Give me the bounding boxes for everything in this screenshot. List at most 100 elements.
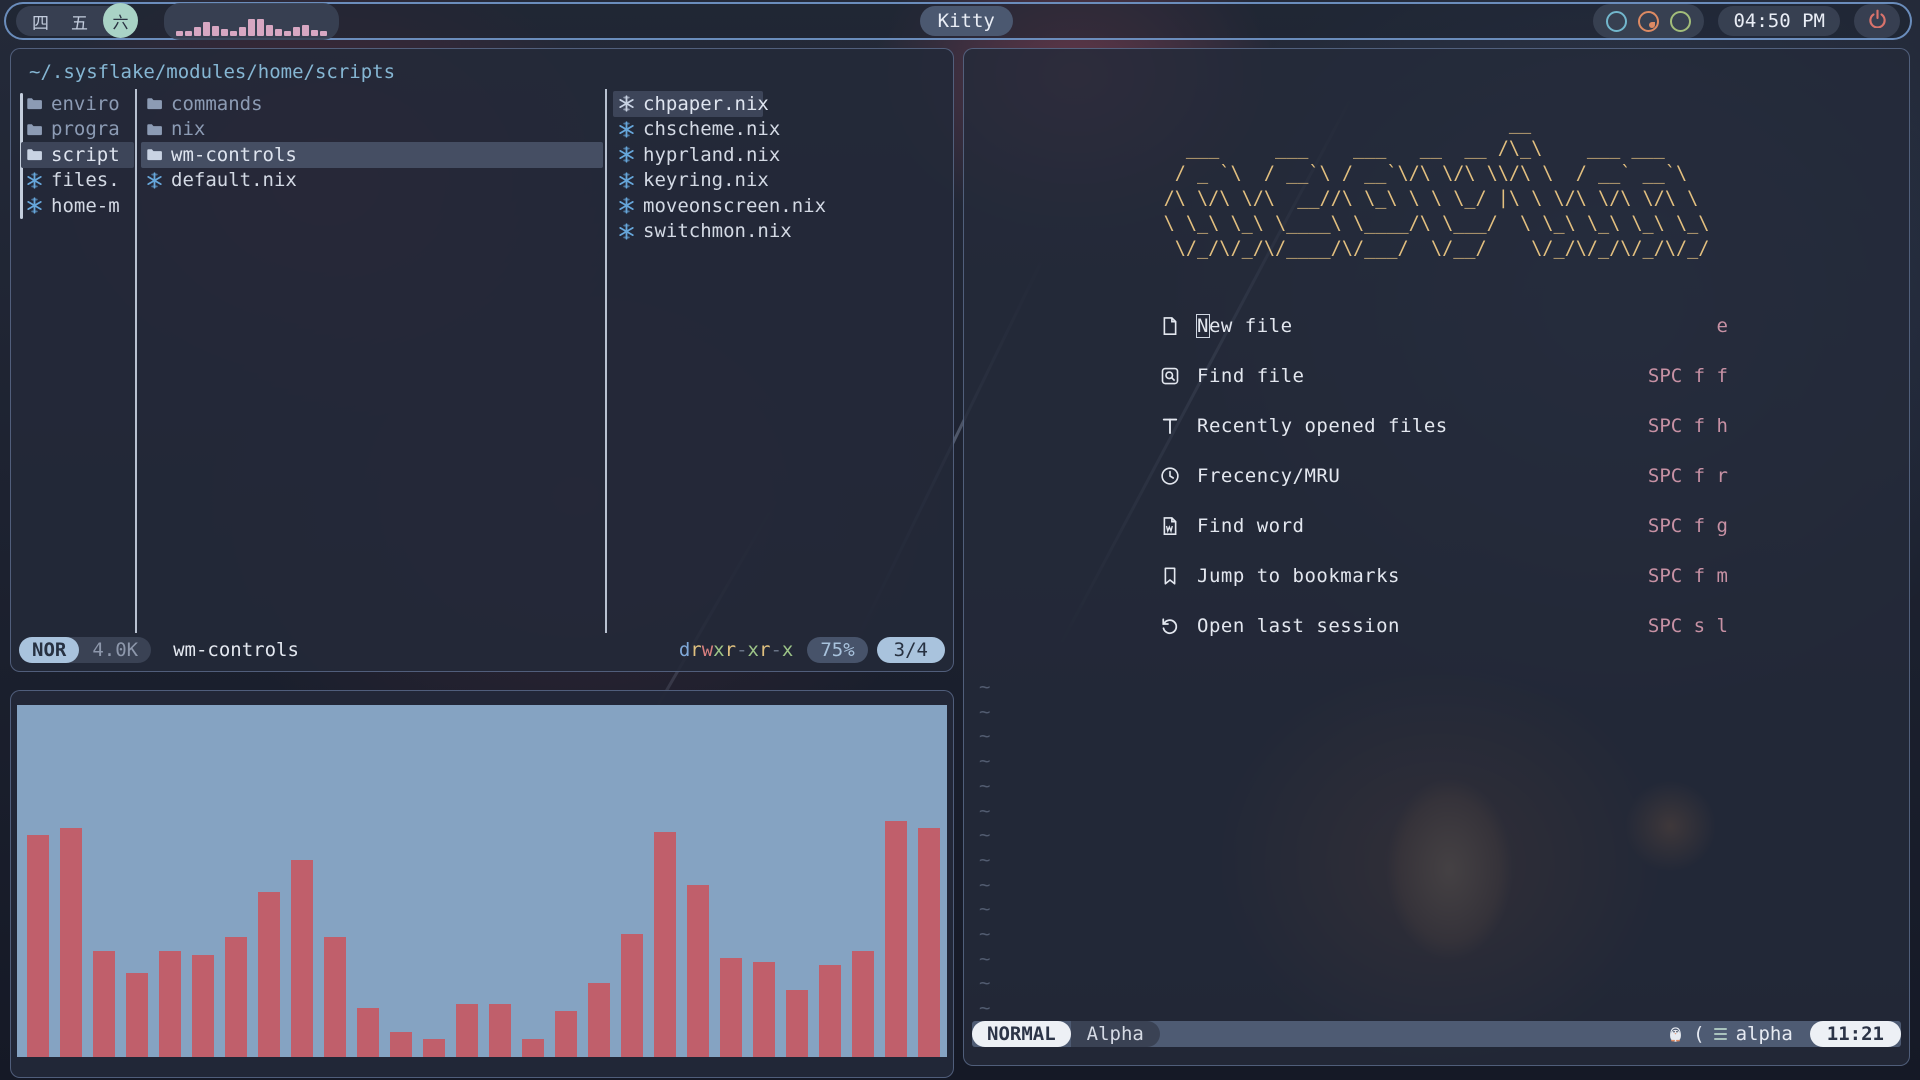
menu-item-shortcut: SPC f h [1648,415,1728,437]
new-file-icon [1160,316,1186,336]
histogram-bar [230,31,237,36]
file-row-hyprland.nix[interactable]: hyprland.nix [613,142,949,168]
menu-item-label: New file [1197,315,1293,337]
neovim-window[interactable]: __ ___ ___ ___ __ __ /\_\ ___ ___ / _ `\… [963,48,1910,1066]
menu-item-shortcut: SPC f r [1648,465,1728,487]
chart-bar [60,828,82,1057]
power-button[interactable] [1854,4,1900,38]
cursor-position-badge: 3/4 [877,637,945,663]
chart-bar [753,962,775,1057]
clock-icon [1160,466,1186,486]
menu-item-shortcut: e [1717,315,1728,337]
file-row-home-m[interactable]: home-m [21,193,134,219]
column-divider [605,89,607,633]
menu-item-label: Frecency/MRU [1197,465,1340,487]
ring-cyan-icon[interactable] [1606,11,1627,32]
vim-mode-badge: NORMAL [972,1021,1071,1047]
histogram-bar [293,27,300,36]
menu-item-find-word[interactable]: Find wordSPC f g [1160,501,1728,551]
histogram-bar [284,31,291,36]
chart-bar [522,1039,544,1057]
file-label: commands [171,93,263,115]
folder-icon [26,95,43,112]
folder-icon [146,146,163,163]
buffer-name: Alpha [1071,1021,1160,1047]
activity-histogram-widget [164,3,339,40]
menu-item-jump-to-bookmarks[interactable]: Jump to bookmarksSPC f m [1160,551,1728,601]
file-row-enviro[interactable]: enviro [21,91,134,117]
file-row-wm-controls[interactable]: wm-controls [141,142,603,168]
histogram-bar [185,31,192,36]
nix-snowflake-icon [26,197,43,214]
file-row-script[interactable]: script [21,142,134,168]
folder-icon [26,121,43,138]
ring-green-icon[interactable] [1670,11,1691,32]
active-window-title: Kitty [920,6,1013,36]
histogram-bar [212,26,219,36]
menu-item-shortcut: SPC s l [1648,615,1728,637]
histogram-bar [311,30,318,36]
chart-bar [27,835,49,1057]
nix-snowflake-icon [618,95,635,112]
file-row-keyring.nix[interactable]: keyring.nix [613,168,949,194]
nix-snowflake-icon [618,172,635,189]
histogram-bar [275,29,282,36]
nix-snowflake-icon [26,172,43,189]
chart-bar [357,1008,379,1057]
nix-snowflake-icon [146,172,163,189]
file-row-files.[interactable]: files. [21,168,134,194]
file-label: chscheme.nix [643,118,780,140]
find-file-icon [1160,366,1186,386]
system-status-icons[interactable] [1593,4,1704,38]
bar-left-modules: 四五六 [16,3,339,40]
chart-bar [918,828,940,1057]
histogram-bar [221,29,228,36]
folder-icon [146,95,163,112]
workspace-switcher[interactable]: 四五六 [16,6,132,36]
menu-item-frecency-mru[interactable]: Frecency/MRU SPC f r [1160,451,1728,501]
text-cursor: N [1197,315,1209,337]
menu-item-recently-opened-files[interactable]: Recently opened files SPC f h [1160,401,1728,451]
file-row-progra[interactable]: progra [21,117,134,143]
nix-snowflake-icon [618,146,635,163]
filetype-label: alpha [1736,1023,1793,1045]
menu-item-find-file[interactable]: Find fileSPC f f [1160,351,1728,401]
file-size: 4.0K [79,639,151,661]
file-label: hyprland.nix [643,144,780,166]
menu-item-label: Recently opened files [1197,415,1448,437]
chart-bar [126,973,148,1057]
histogram-bar [239,27,246,36]
file-row-commands[interactable]: commands [141,91,603,117]
menu-item-shortcut: SPC f m [1648,565,1728,587]
power-icon [1868,9,1887,33]
column-divider [135,89,137,633]
file-row-chpaper.nix[interactable]: chpaper.nix [613,91,763,117]
file-row-nix[interactable]: nix [141,117,603,143]
file-row-chscheme.nix[interactable]: chscheme.nix [613,117,949,143]
file-row-default.nix[interactable]: default.nix [141,168,603,194]
workspace-六-active[interactable]: 六 [103,3,138,38]
histogram-bar [203,22,210,36]
file-label: switchmon.nix [643,220,792,242]
histogram-bar [266,25,273,36]
bar-chart-image [17,705,947,1057]
chart-preview-window[interactable] [10,690,954,1078]
file-manager-window[interactable]: ~/.sysflake/modules/home/scripts envirop… [10,48,954,672]
workspace-四[interactable]: 四 [32,9,49,34]
file-label: wm-controls [171,144,297,166]
histogram-bar [320,31,327,36]
menu-item-shortcut: SPC f f [1648,365,1728,387]
os-penguin-icon [1667,1026,1684,1043]
chart-bar [621,934,643,1057]
chart-bar [423,1039,445,1057]
nix-snowflake-icon [618,197,635,214]
menu-item-new-file[interactable]: New file e [1160,301,1728,351]
ring-orange-icon[interactable] [1638,11,1659,32]
workspace-五[interactable]: 五 [71,9,88,34]
bar-series [27,705,947,1057]
file-row-switchmon.nix[interactable]: switchmon.nix [613,219,949,245]
scroll-percent-badge: 75% [807,637,867,663]
file-row-moveonscreen.nix[interactable]: moveonscreen.nix [613,193,949,219]
file-label: nix [171,118,205,140]
menu-item-open-last-session[interactable]: Open last sessionSPC s l [1160,601,1728,651]
